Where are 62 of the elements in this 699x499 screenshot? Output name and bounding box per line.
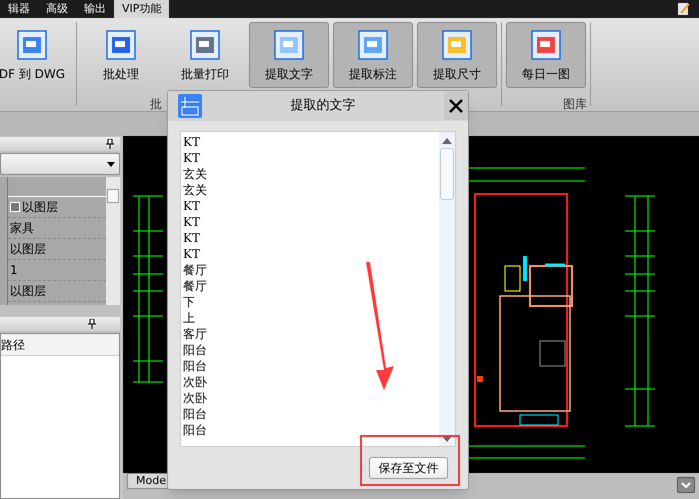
menu-tab[interactable]: 高级: [38, 0, 76, 18]
tool-icon: [441, 29, 473, 61]
list-item[interactable]: 次卧: [183, 374, 439, 390]
ribbon-button[interactable]: DF 到 DWG: [0, 22, 72, 88]
close-button[interactable]: [444, 92, 468, 120]
property-value: 1: [10, 262, 18, 279]
list-item[interactable]: 上: [183, 310, 439, 326]
list-item[interactable]: KT: [183, 198, 439, 214]
pin-icon[interactable]: [106, 139, 114, 149]
close-icon: [449, 99, 463, 113]
layout-tab[interactable]: Mode: [127, 473, 169, 489]
scroll-down-icon: [442, 436, 452, 442]
ribbon-button[interactable]: 批量打印: [165, 22, 245, 88]
ribbon-button[interactable]: 提取尺寸: [417, 22, 497, 88]
caret-icon: [107, 162, 115, 166]
group-label: 批: [150, 96, 162, 113]
tool-icon: [16, 29, 48, 61]
pin-icon[interactable]: [88, 319, 96, 329]
ribbon-button[interactable]: 每日一图: [506, 22, 586, 88]
tool-icon: [105, 29, 137, 61]
list-item[interactable]: 玄关: [183, 166, 439, 182]
ribbon-button[interactable]: 提取文字: [249, 22, 329, 88]
property-value: 以图层: [22, 199, 58, 216]
list-item[interactable]: KT: [183, 230, 439, 246]
list-item[interactable]: 玄关: [183, 182, 439, 198]
save-to-file-button[interactable]: 保存至文件: [369, 457, 448, 479]
cad-logo-icon: [178, 94, 202, 118]
list-item[interactable]: 阳台: [183, 342, 439, 358]
list-item[interactable]: 下: [183, 294, 439, 310]
scrollbar[interactable]: [439, 132, 455, 446]
pencil-note-icon[interactable]: [677, 2, 691, 16]
tool-icon: [530, 29, 562, 61]
scrollbar[interactable]: [106, 177, 120, 305]
tool-icon: [357, 29, 389, 61]
property-value: 以图层: [10, 241, 46, 258]
list-item[interactable]: 阳台: [183, 358, 439, 374]
scroll-thumb[interactable]: [440, 148, 454, 200]
tool-icon: [273, 29, 305, 61]
menu-tab[interactable]: 辑器: [0, 0, 38, 18]
ribbon-button[interactable]: 提取标注: [333, 22, 413, 88]
list-item[interactable]: KT: [183, 246, 439, 262]
list-item[interactable]: 客厅: [183, 326, 439, 342]
list-item[interactable]: 次卧: [183, 390, 439, 406]
expand-button[interactable]: [677, 477, 695, 493]
ribbon-button[interactable]: 批处理: [81, 22, 161, 88]
menu-tab[interactable]: VIP功能: [114, 0, 170, 18]
property-value: 以图层: [10, 283, 46, 300]
chevron-down-icon: [681, 482, 691, 488]
list-item[interactable]: KT: [183, 214, 439, 230]
list-item[interactable]: 餐厅: [183, 262, 439, 278]
property-value: 家具: [10, 220, 34, 237]
list-item[interactable]: KT: [183, 134, 439, 150]
dialog-title: 提取的文字: [290, 97, 356, 116]
list-item[interactable]: 餐厅: [183, 278, 439, 294]
column-header[interactable]: 路径: [1, 334, 119, 356]
list-item[interactable]: 阳台: [183, 406, 439, 422]
menu-tab[interactable]: 输出: [76, 0, 114, 18]
list-item[interactable]: 阳台: [183, 422, 439, 438]
tool-icon: [189, 29, 221, 61]
list-item[interactable]: KT: [183, 150, 439, 166]
group-label: 图库: [563, 96, 587, 113]
scroll-up-icon: [442, 138, 452, 144]
